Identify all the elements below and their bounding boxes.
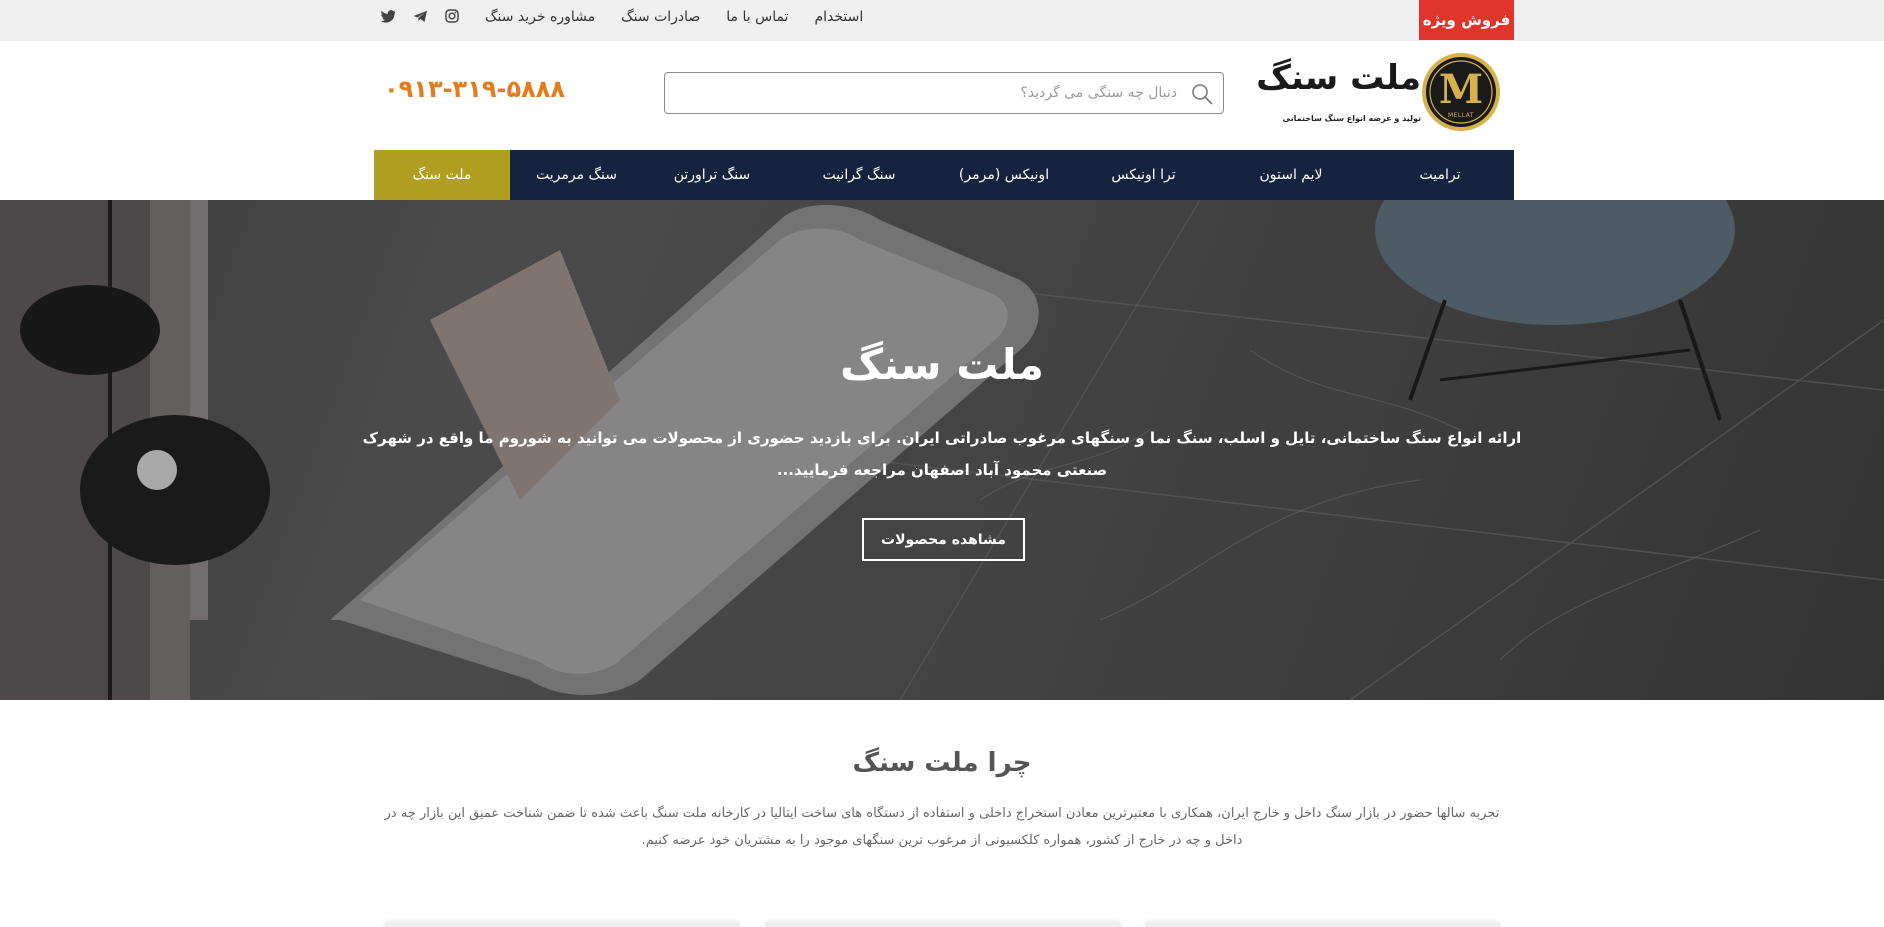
social-links <box>378 0 462 32</box>
view-products-button[interactable]: مشاهده محصولات <box>862 518 1025 561</box>
nav-item-tramit[interactable]: ترامیت <box>1366 150 1514 200</box>
nav-item-travertine[interactable]: سنگ تراورتن <box>643 150 781 200</box>
site-logo[interactable]: M MELLAT ملت سنگ تولید و عرضه انواع سنگ … <box>1256 52 1505 136</box>
hero-title: ملت سنگ <box>840 340 1044 389</box>
nav-item-onyx[interactable]: اونیکس (مرمر) <box>937 150 1071 200</box>
phone-number[interactable]: ۰۹۱۳-۳۱۹-۵۸۸۸ <box>384 75 565 103</box>
twitter-icon[interactable] <box>378 6 398 26</box>
nav-item-marmarit[interactable]: سنگ مرمریت <box>510 150 643 200</box>
why-section-title: چرا ملت سنگ <box>852 748 1032 778</box>
main-nav: ملت سنگ سنگ مرمریت سنگ تراورتن سنگ گرانی… <box>374 150 1514 200</box>
search-box <box>664 72 1224 114</box>
instagram-icon[interactable] <box>442 6 462 26</box>
top-link-export[interactable]: صادرات سنگ <box>621 9 700 25</box>
telegram-icon[interactable] <box>410 6 430 26</box>
top-link-contact[interactable]: تماس با ما <box>726 9 788 25</box>
logo-wordmark: MELLAT <box>1447 112 1475 119</box>
feature-card <box>384 922 740 927</box>
nav-item-tera-onyx[interactable]: ترا اونیکس <box>1071 150 1216 200</box>
special-sale-button[interactable]: فروش ویژه <box>1419 0 1514 40</box>
logo-subtitle: تولید و عرضه انواع سنگ ساختمانی <box>1282 114 1422 123</box>
hero-banner: ملت سنگ ارائه انواع سنگ ساختمانی، تایل و… <box>0 200 1884 700</box>
top-links: مشاوره خرید سنگ صادرات سنگ تماس با ما اس… <box>485 0 863 34</box>
top-link-careers[interactable]: استخدام <box>814 9 863 25</box>
why-section-text: تجربه سالها حضور در بازار سنگ داخل و خار… <box>384 806 1500 848</box>
logo-title: ملت سنگ <box>1256 58 1421 98</box>
top-bar: فروش ویژه مشاوره خرید سنگ صادرات سنگ تما… <box>0 0 1884 41</box>
nav-item-granite[interactable]: سنگ گرانیت <box>781 150 937 200</box>
feature-card <box>765 922 1121 927</box>
search-icon[interactable] <box>1191 83 1213 105</box>
hero-description: ارائه انواع سنگ ساختمانی، تایل و اسلب، س… <box>362 429 1522 479</box>
nav-item-mellat-sang[interactable]: ملت سنگ <box>374 150 510 200</box>
logo-mark: M <box>1438 66 1484 113</box>
nav-item-limestone[interactable]: لایم استون <box>1216 150 1366 200</box>
feature-card <box>1145 922 1501 927</box>
search-input[interactable] <box>665 73 1223 113</box>
top-link-consulting[interactable]: مشاوره خرید سنگ <box>485 9 595 25</box>
